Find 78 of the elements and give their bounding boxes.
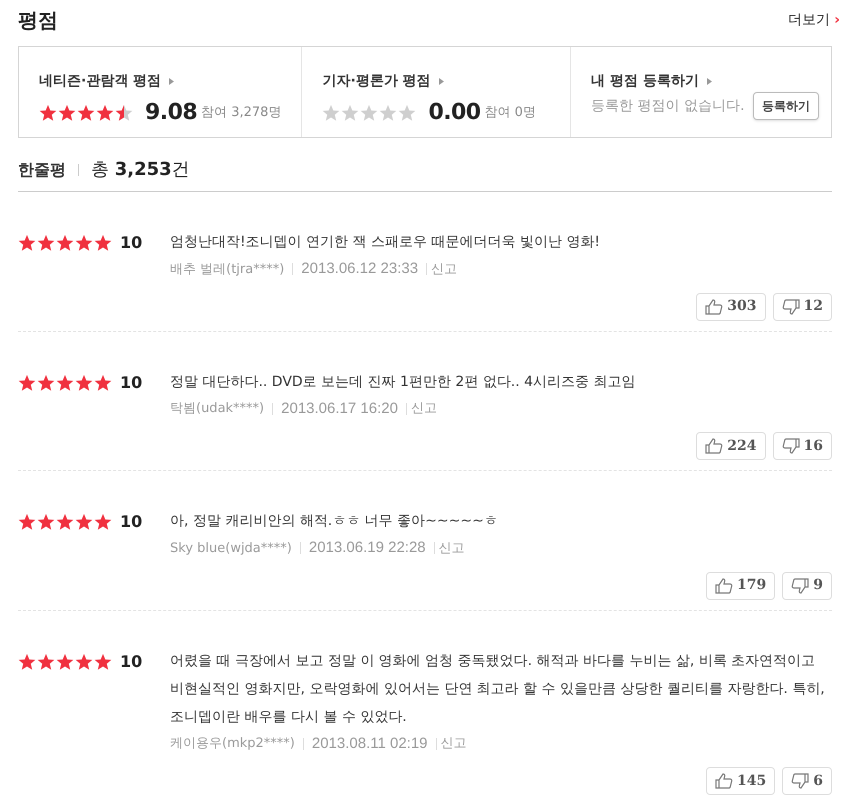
- star-icon: [18, 652, 36, 670]
- thumbs-down-icon: [791, 773, 810, 789]
- dislike-button[interactable]: 12: [772, 292, 832, 320]
- review-date: 2013.06.17 16:20: [281, 398, 398, 418]
- star-icon: [341, 104, 360, 122]
- thumbs-down-icon: [782, 438, 800, 454]
- thumbs-up-icon: [705, 298, 724, 314]
- participant-count: 참여 3,278명: [201, 104, 282, 122]
- dislike-button[interactable]: 6: [782, 767, 832, 795]
- star-icon: [360, 104, 378, 122]
- dislike-button[interactable]: 9: [782, 572, 832, 600]
- like-button[interactable]: 179: [706, 572, 776, 600]
- section-title[interactable]: 네티즌·관람객 평점: [39, 71, 162, 92]
- star-icon: [18, 374, 36, 392]
- thumbs-down-icon: [782, 298, 800, 314]
- review-date: 2013.06.12 23:33: [301, 259, 418, 279]
- star-icon: [398, 104, 416, 122]
- star-icon: [96, 104, 114, 122]
- review-score: 10: [120, 513, 142, 531]
- participant-count: 참여 0명: [484, 104, 536, 122]
- review-score: 10: [120, 652, 142, 670]
- star-icon: [58, 104, 76, 122]
- star-icon: [37, 234, 55, 252]
- star-icon: [322, 104, 340, 122]
- star-icon: [75, 652, 93, 670]
- star-icon: [77, 104, 95, 122]
- review-text: 정말 대단하다.. DVD로 보는데 진짜 1편만한 2편 없다.. 4시리즈중 최고임: [170, 372, 636, 392]
- star-icon: [94, 513, 112, 531]
- review-date: 2013.08.11 02:19: [312, 734, 428, 754]
- section-title[interactable]: 기자·평론가 평점: [322, 71, 431, 92]
- thumbs-up-icon: [715, 578, 734, 594]
- star-icon: [75, 374, 93, 392]
- star-icon: [115, 104, 133, 122]
- star-icon: [75, 513, 93, 531]
- thumbs-up-icon: [705, 438, 724, 454]
- review-text: 엄청난대작!조니뎁이 연기한 잭 스패로우 때문에더더욱 빛이난 영화!: [170, 233, 601, 252]
- star-icon: [75, 234, 93, 252]
- section-title[interactable]: 내 평점 등록하기: [591, 71, 699, 92]
- star-icon: [379, 104, 398, 122]
- review-text: 아, 정말 캐리비안의 해적.ㅎㅎ 너무 좋아~~~~~ㅎ: [170, 512, 499, 531]
- star-icon: [56, 234, 74, 252]
- score: 9.08: [145, 99, 198, 127]
- star-icon: [37, 513, 55, 531]
- triangle-icon: [169, 78, 174, 85]
- dislike-button[interactable]: 16: [772, 432, 832, 460]
- reviews-title: 한줄평: [18, 158, 66, 180]
- star-icon: [37, 374, 55, 392]
- star-icon: [56, 513, 74, 531]
- star-icon: [94, 374, 112, 392]
- thumbs-up-icon: [715, 773, 734, 789]
- review-total: 총 3,253건: [91, 158, 190, 182]
- star-icon: [94, 234, 112, 252]
- triangle-icon: [706, 78, 712, 85]
- review-date: 2013.06.19 22:28: [308, 538, 426, 558]
- review-author: 배추 벌레(tjra****): [170, 260, 284, 278]
- triangle-icon: [438, 78, 444, 85]
- more-link[interactable]: 더보기 ›: [788, 10, 840, 30]
- thumbs-down-icon: [791, 578, 810, 594]
- register-button[interactable]: 등록하기: [753, 92, 820, 120]
- review-author: 케이용우(mkp2****): [170, 735, 295, 753]
- star-icon: [94, 652, 112, 670]
- score: 0.00: [428, 99, 481, 127]
- like-button[interactable]: 303: [696, 292, 766, 320]
- like-button[interactable]: 224: [696, 432, 766, 460]
- star-icon: [18, 234, 36, 252]
- review-score: 10: [120, 234, 142, 252]
- star-icon: [56, 652, 74, 670]
- review-score: 10: [120, 374, 142, 392]
- empty-message: 등록한 평점이 없습니다.: [591, 96, 745, 116]
- like-button[interactable]: 145: [706, 767, 776, 795]
- review-author: 탁뵘(udak****): [170, 400, 264, 418]
- star-icon: [37, 652, 55, 670]
- star-icon: [18, 513, 36, 531]
- page-title: 평점: [18, 7, 58, 34]
- star-icon: [56, 374, 74, 392]
- review-author: Sky blue(wjda****): [170, 540, 292, 558]
- review-text: 어렸을 때 극장에서 보고 정말 이 영화에 엄청 중독됐었다. 해적과 바다를 누비는 삶, 비록 초자연적이고 비현실적인 영화지만, 오락영화에 있어서는 단연 최고라 할 수 있을만큼 상당한 퀄리티를 자랑한다. 특히, 조니뎁이란 배우를 다시 볼 수 있었다.: [170, 652, 826, 726]
- star-icon: [39, 104, 57, 122]
